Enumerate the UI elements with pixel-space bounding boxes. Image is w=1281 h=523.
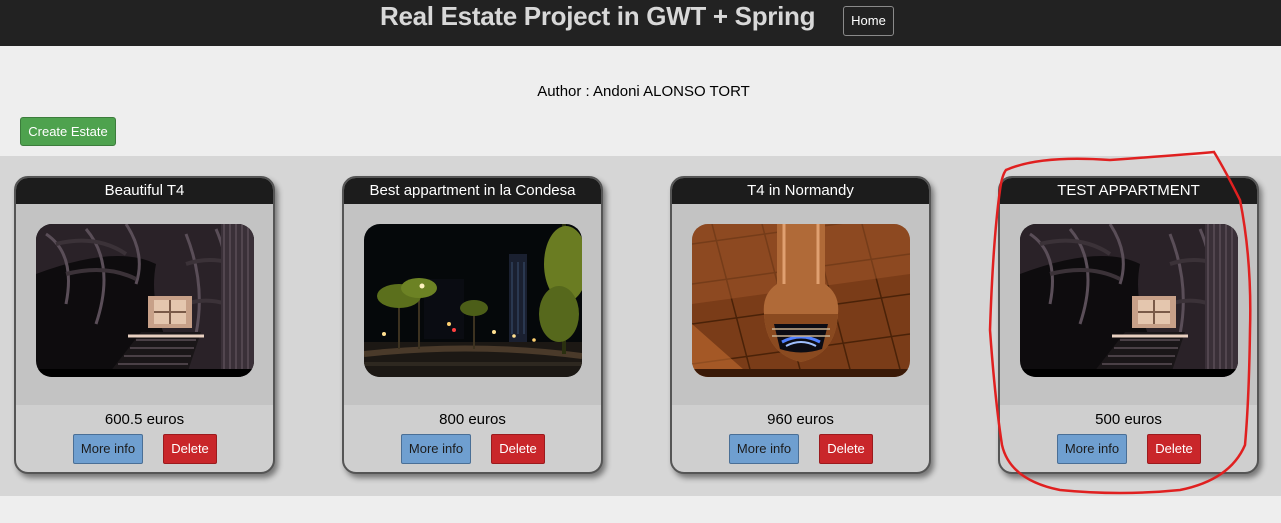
more-info-button[interactable]: More info: [729, 434, 799, 464]
estate-photo: [1020, 224, 1238, 377]
page-title: Real Estate Project in GWT + Spring: [380, 1, 816, 31]
estate-price: 800 euros: [439, 411, 506, 428]
estate-image-area: [1000, 204, 1257, 405]
more-info-button[interactable]: More info: [401, 434, 471, 464]
estate-title: TEST APPARTMENT: [1000, 178, 1257, 204]
delete-button[interactable]: Delete: [163, 434, 217, 464]
estate-list: Beautiful T4 600.5 euros More info Delet…: [0, 156, 1281, 496]
estate-card: TEST APPARTMENT 500 euros More info Dele…: [998, 176, 1259, 474]
more-info-button[interactable]: More info: [73, 434, 143, 464]
top-bar: Real Estate Project in GWT + Spring Home: [0, 0, 1281, 46]
delete-button[interactable]: Delete: [819, 434, 873, 464]
estate-card: Beautiful T4 600.5 euros More info Delet…: [14, 176, 275, 474]
delete-button[interactable]: Delete: [1147, 434, 1201, 464]
estate-price: 960 euros: [767, 411, 834, 428]
more-info-button[interactable]: More info: [1057, 434, 1127, 464]
estate-photo: [36, 224, 254, 377]
estate-card: T4 in Normandy 960 euros More info Delet…: [670, 176, 931, 474]
delete-button[interactable]: Delete: [491, 434, 545, 464]
author-label: Author : Andoni ALONSO TORT: [537, 83, 750, 100]
create-estate-button[interactable]: Create Estate: [20, 117, 116, 146]
estate-image-area: [16, 204, 273, 405]
estate-title: T4 in Normandy: [672, 178, 929, 204]
estate-photo: [692, 224, 910, 377]
home-button[interactable]: Home: [843, 6, 894, 36]
estate-image-area: [672, 204, 929, 405]
estate-price: 500 euros: [1095, 411, 1162, 428]
estate-image-area: [344, 204, 601, 405]
author-text: Author : Andoni ALONSO TORT: [0, 83, 1281, 100]
estate-price: 600.5 euros: [104, 411, 185, 428]
estate-title: Best appartment in la Condesa: [344, 178, 601, 204]
estate-title: Beautiful T4: [16, 178, 273, 204]
estate-card: Best appartment in la Condesa 800 euros …: [342, 176, 603, 474]
estate-photo: [364, 224, 582, 377]
